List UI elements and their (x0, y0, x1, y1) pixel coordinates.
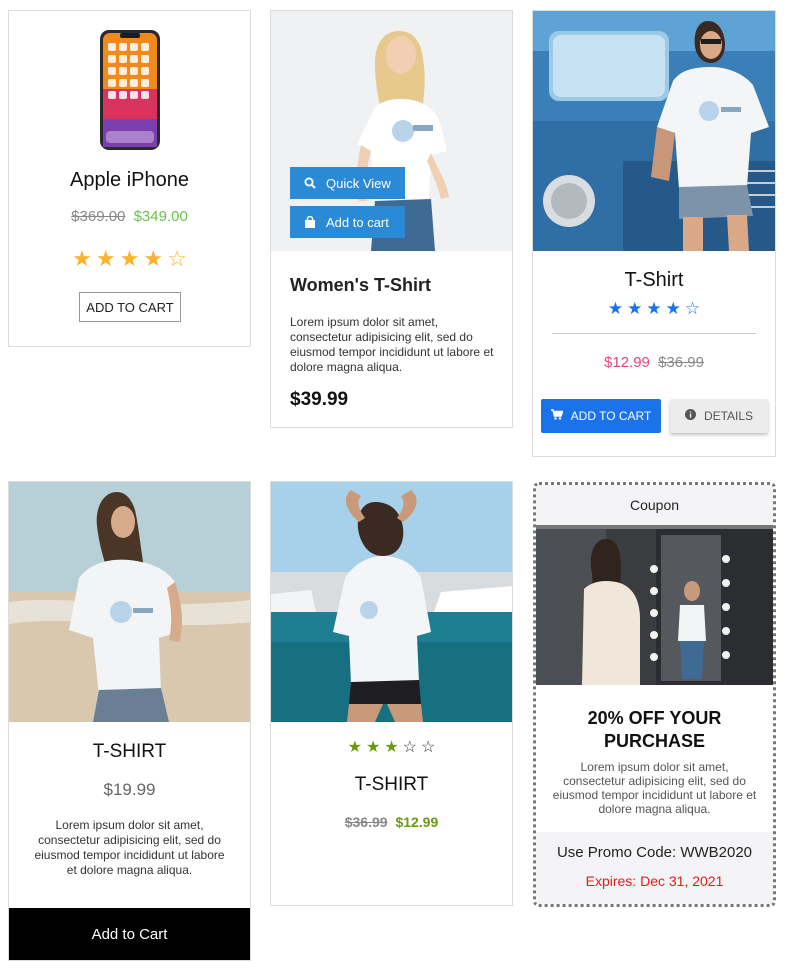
coupon-footer: Use Promo Code: WWB2020 Expires: Dec 31,… (536, 832, 773, 904)
coupon-card: Coupon 20% OFF YOUR PURCHASE Lorem ipsum… (533, 482, 776, 907)
star-empty-icon: ☆ (421, 739, 436, 756)
rating-stars: ★ ★ ★ ☆ ☆ (271, 740, 512, 756)
star-filled-icon: ★ (665, 299, 681, 318)
star-filled-icon: ★ (627, 299, 643, 318)
rating-stars: ★ ★ ★ ★ ☆ (9, 248, 250, 270)
star-filled-icon: ★ (607, 299, 624, 318)
star-filled-icon: ★ (384, 739, 399, 756)
product-card-womens-tshirt: Quick View Add to cart Women's T-Shirt L… (270, 10, 513, 428)
shopping-bag-icon (304, 216, 316, 228)
product-prices: $36.99 $12.99 (271, 814, 512, 830)
star-empty-icon: ☆ (402, 739, 418, 756)
star-filled-icon: ★ (72, 246, 92, 271)
coupon-image (536, 529, 773, 685)
product-title[interactable]: T-SHIRT (9, 741, 250, 763)
add-to-cart-button[interactable]: Add to Cart (9, 908, 250, 960)
details-button[interactable]: DETAILS (670, 399, 768, 433)
product-card-tshirt: T-Shirt ★ ★ ★ ★ ☆ $12.99 $36.99 ADD TO C… (532, 10, 776, 457)
coupon-headline: 20% OFF YOUR PURCHASE (587, 708, 722, 751)
old-price: $36.99 (658, 354, 704, 371)
coupon-header: Coupon (536, 485, 773, 529)
product-card-tshirt-harbor: ★ ★ ★ ☆ ☆ T-SHIRT $36.99 $12.99 (270, 481, 513, 906)
product-prices: $12.99 $36.99 (533, 354, 775, 371)
product-image-iphone[interactable] (99, 29, 161, 156)
star-filled-icon: ★ (347, 739, 362, 756)
sale-price: $349.00 (133, 208, 188, 225)
promo-code[interactable]: Use Promo Code: WWB2020 (536, 844, 773, 861)
product-description: Lorem ipsum dolor sit amet, consectetur … (290, 315, 494, 374)
star-filled-icon: ★ (119, 246, 140, 271)
old-price: $369.00 (71, 208, 126, 225)
star-filled-icon: ★ (95, 246, 116, 271)
product-card-tshirt-beach: T-SHIRT $19.99 Lorem ipsum dolor sit ame… (8, 481, 251, 961)
product-title[interactable]: T-Shirt (533, 269, 775, 292)
star-filled-icon: ★ (646, 299, 662, 318)
product-description: Lorem ipsum dolor sit amet, consectetur … (34, 818, 225, 877)
star-empty-icon: ☆ (684, 299, 701, 318)
old-price: $36.99 (344, 814, 388, 830)
sale-price: $12.99 (604, 354, 650, 371)
cart-icon (550, 409, 564, 423)
search-icon (304, 177, 316, 189)
details-label: DETAILS (703, 409, 754, 423)
coupon-description: Lorem ipsum dolor sit amet, consectetur … (552, 760, 757, 816)
add-to-cart-button[interactable]: ADD TO CART (79, 292, 181, 322)
product-card-iphone: Apple iPhone $369.00 $349.00 ★ ★ ★ ★ ☆ A… (8, 10, 251, 347)
product-title[interactable]: Apple iPhone (9, 169, 250, 192)
product-price: $19.99 (103, 780, 156, 799)
product-image-tshirt-beach[interactable] (9, 482, 250, 722)
divider (552, 333, 756, 334)
expiry-date: Expires: Dec 31, 2021 (585, 873, 724, 889)
product-image-tshirt-harbor[interactable] (271, 482, 512, 722)
product-price: $39.99 (290, 389, 349, 410)
product-prices: $369.00 $349.00 (9, 208, 250, 225)
star-filled-icon: ★ (365, 739, 381, 756)
product-image-tshirt[interactable] (533, 11, 775, 251)
quick-view-button[interactable]: Quick View (290, 167, 405, 199)
star-filled-icon: ★ (143, 246, 164, 271)
product-title[interactable]: T-SHIRT (271, 774, 512, 796)
sale-price: $12.99 (395, 814, 439, 830)
add-to-cart-button[interactable]: ADD TO CART (541, 399, 661, 433)
rating-stars: ★ ★ ★ ★ ☆ (533, 300, 775, 317)
add-to-cart-label: ADD TO CART (570, 409, 652, 423)
add-to-cart-button[interactable]: Add to cart (290, 206, 405, 238)
info-icon (684, 409, 696, 423)
product-title[interactable]: Women's T-Shirt (290, 275, 431, 296)
star-empty-icon: ☆ (167, 246, 187, 271)
add-to-cart-label: Add to cart (326, 214, 389, 230)
quick-view-label: Quick View (326, 175, 391, 191)
product-image-womens-tshirt[interactable]: Quick View Add to cart (271, 11, 512, 251)
